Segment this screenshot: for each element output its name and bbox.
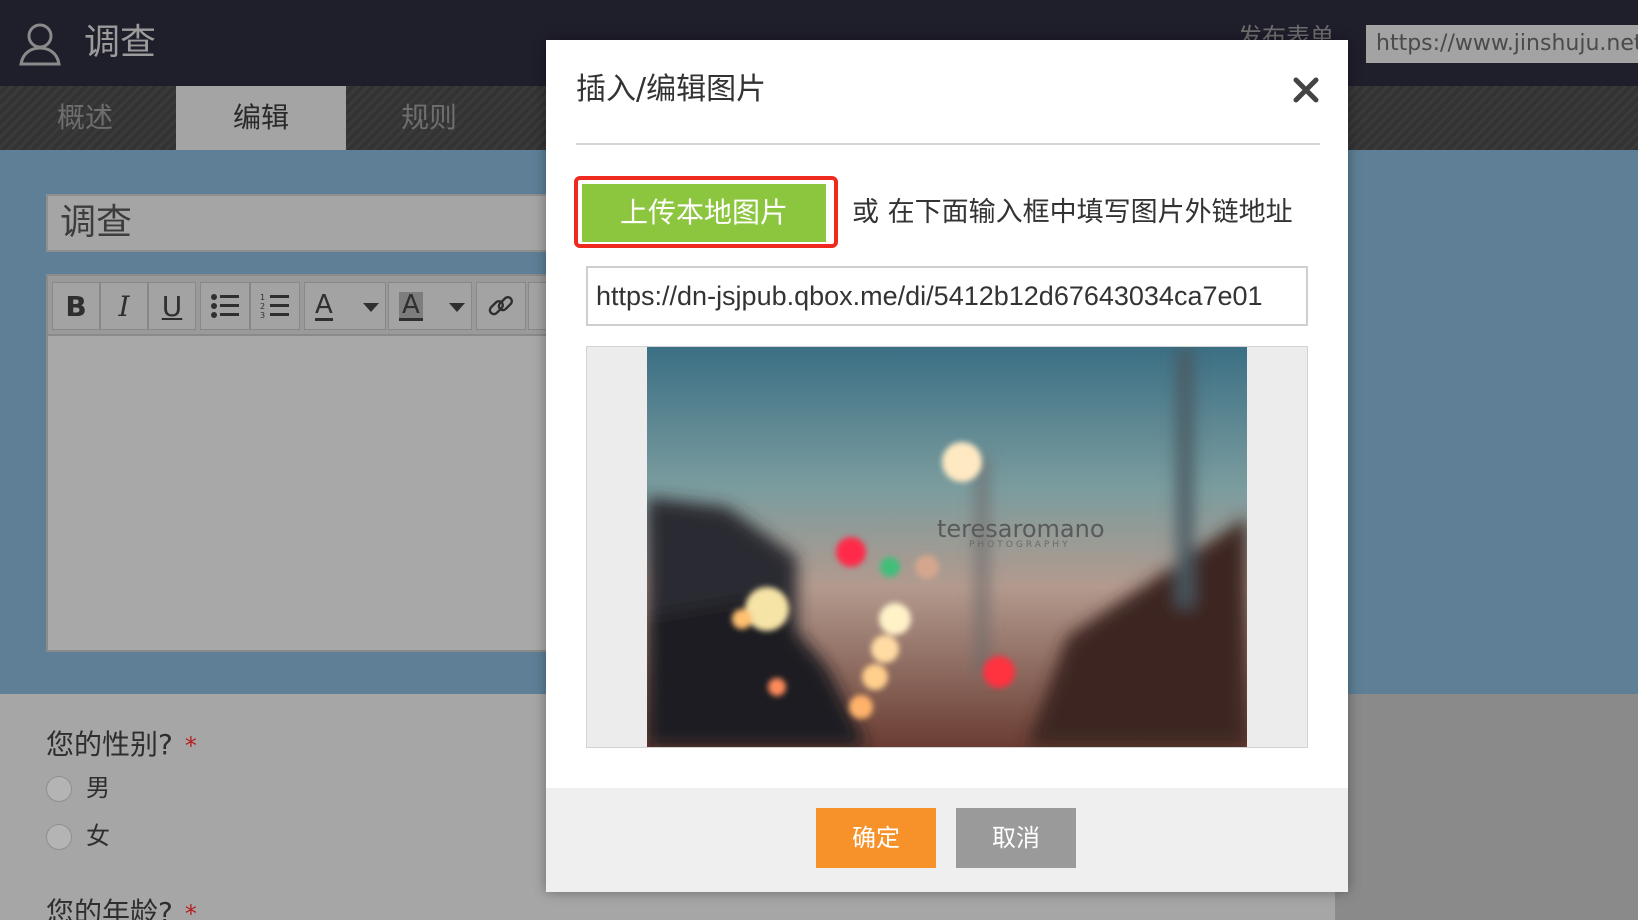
svg-text:3: 3: [260, 311, 265, 320]
dialog-divider: [576, 143, 1320, 145]
preview-watermark-sub: PHOTOGRAPHY: [969, 540, 1071, 550]
app-title: 调查: [84, 22, 157, 63]
question-gender-label: 您的性别? *: [46, 728, 197, 763]
preview-photo: teresaromano PHOTOGRAPHY: [647, 347, 1247, 747]
svg-text:1: 1: [260, 293, 265, 302]
question-gender-text: 您的性别?: [46, 728, 173, 761]
background-color-button[interactable]: A: [388, 282, 472, 330]
close-icon: [1293, 77, 1319, 103]
upload-hint-text: 或 在下面输入框中填写图片外链地址: [852, 197, 1293, 228]
numbered-list-button[interactable]: 1 2 3: [250, 282, 300, 330]
required-mark: *: [184, 900, 197, 920]
required-mark: *: [184, 732, 197, 760]
italic-button[interactable]: I: [100, 282, 148, 330]
radio-male[interactable]: [46, 776, 72, 802]
close-button[interactable]: [1286, 70, 1326, 110]
confirm-button[interactable]: 确定: [816, 808, 936, 868]
dialog-footer: 确定 取消: [546, 788, 1348, 892]
dropdown-caret-icon: [449, 303, 465, 312]
tab-edit[interactable]: 编辑: [176, 86, 346, 150]
question-age-text: 您的年龄?: [46, 896, 173, 920]
form-title-input[interactable]: 调查: [46, 194, 606, 252]
tab-rules[interactable]: 规则: [344, 86, 514, 150]
rich-text-editor-body[interactable]: [46, 334, 606, 652]
preview-watermark: teresaromano: [937, 515, 1105, 543]
user-icon[interactable]: [18, 20, 62, 66]
radio-female-label: 女: [86, 822, 110, 850]
radio-male-label: 男: [86, 774, 110, 802]
bulleted-list-icon: [211, 294, 239, 318]
bold-button[interactable]: B: [52, 282, 100, 330]
bulleted-list-button[interactable]: [200, 282, 250, 330]
link-icon: [488, 295, 514, 316]
radio-female[interactable]: [46, 824, 72, 850]
cancel-button[interactable]: 取消: [956, 808, 1076, 868]
question-age-label: 您的年龄? *: [46, 896, 197, 920]
insert-link-button[interactable]: [476, 282, 526, 330]
upload-local-image-button[interactable]: 上传本地图片: [582, 184, 826, 242]
insert-image-dialog: 插入/编辑图片 上传本地图片 或 在下面输入框中填写图片外链地址 https:/…: [546, 40, 1348, 892]
share-url-field[interactable]: https://www.jinshuju.net: [1366, 25, 1638, 63]
image-preview: teresaromano PHOTOGRAPHY: [586, 346, 1308, 748]
underline-button[interactable]: U: [148, 282, 196, 330]
svg-text:2: 2: [260, 302, 265, 311]
font-color-button[interactable]: A: [304, 282, 386, 330]
font-color-glyph: A: [315, 289, 333, 321]
image-url-input[interactable]: [586, 266, 1308, 326]
numbered-list-icon: 1 2 3: [260, 293, 289, 320]
tab-overview[interactable]: 概述: [0, 86, 170, 150]
background-color-glyph: A: [399, 291, 423, 321]
dialog-title: 插入/编辑图片: [576, 72, 767, 107]
rich-text-toolbar: B I U 1 2 3 A A: [46, 274, 606, 334]
dropdown-caret-icon: [363, 303, 379, 312]
